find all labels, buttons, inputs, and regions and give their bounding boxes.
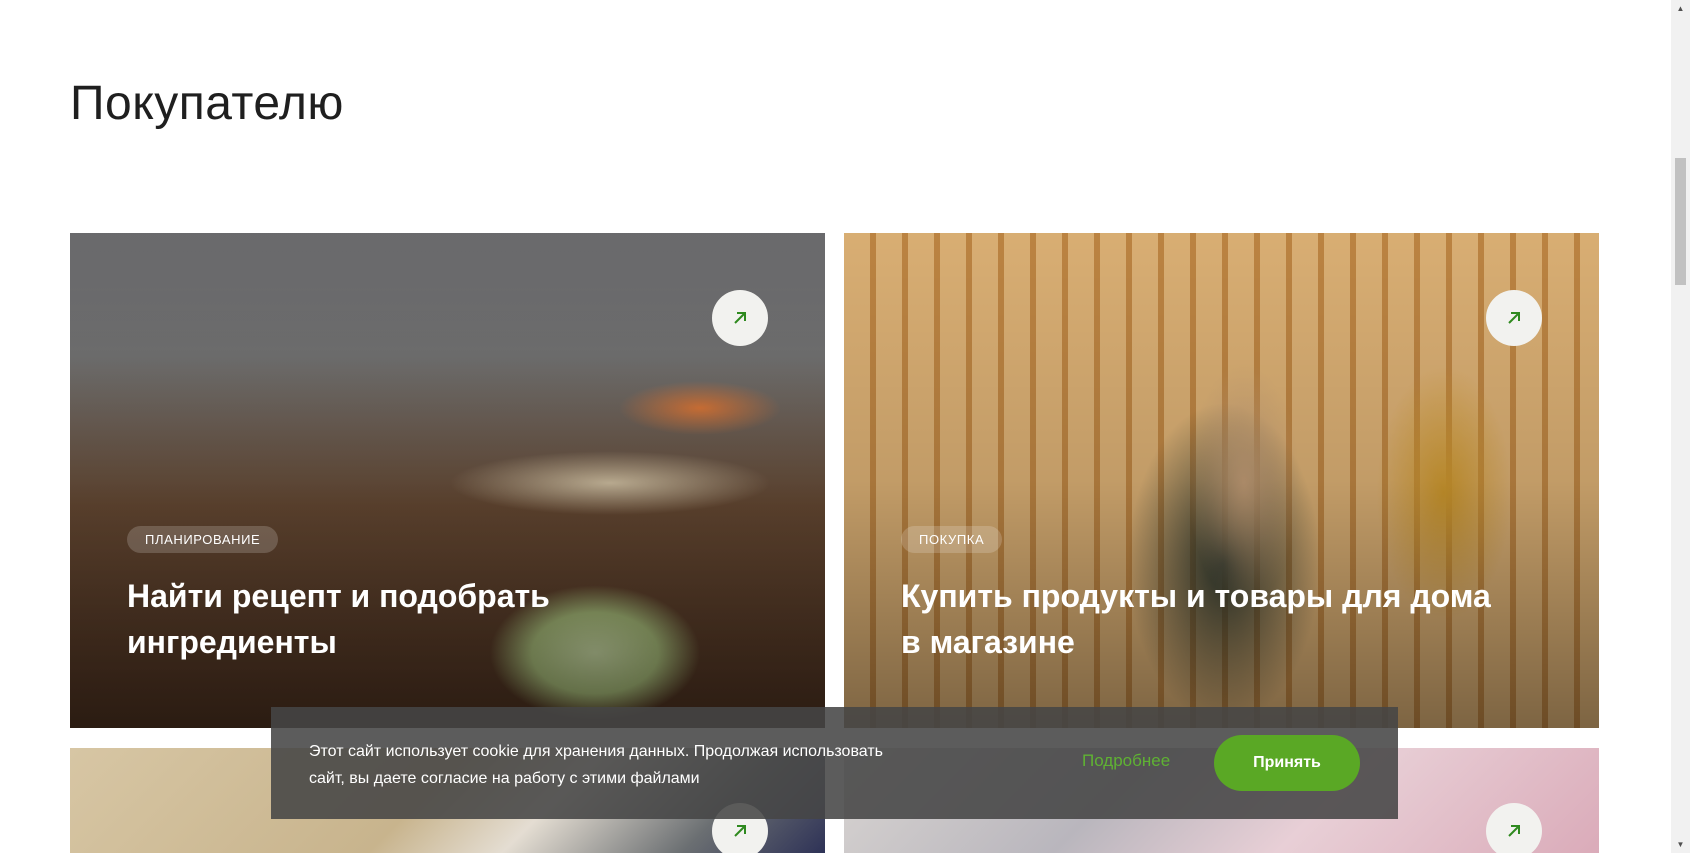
arrow-up-right-icon[interactable] <box>1486 803 1542 853</box>
cookie-banner: Этот сайт использует cookie для хранения… <box>271 707 1398 819</box>
card-title: Купить продукты и товары для дома в мага… <box>901 578 1491 660</box>
arrow-up-right-icon[interactable] <box>712 290 768 346</box>
page: Покупателю ПЛАНИРОВАНИЕ Найти рецепт и п… <box>0 0 1690 853</box>
card-tag: ПОКУПКА <box>901 526 1003 553</box>
cookie-more-link[interactable]: Подробнее <box>1082 751 1170 771</box>
section-title: Покупателю <box>70 77 344 130</box>
card-tag: ПЛАНИРОВАНИЕ <box>127 526 279 553</box>
scroll-up-icon[interactable]: ▲ <box>1671 0 1690 17</box>
arrow-up-right-icon[interactable] <box>1486 290 1542 346</box>
cookie-accept-button[interactable]: Принять <box>1214 735 1360 791</box>
card-recipe[interactable]: ПЛАНИРОВАНИЕ Найти рецепт и подобрать ин… <box>70 233 825 728</box>
card-title: Найти рецепт и подобрать ингредиенты <box>127 578 550 660</box>
cookie-text: Этот сайт использует cookie для хранения… <box>309 743 883 787</box>
scrollbar[interactable]: ▲ ▼ <box>1671 0 1690 853</box>
scroll-down-icon[interactable]: ▼ <box>1671 836 1690 853</box>
scroll-thumb[interactable] <box>1675 158 1686 285</box>
card-store-purchase[interactable]: ПОКУПКА Купить продукты и товары для дом… <box>844 233 1599 728</box>
